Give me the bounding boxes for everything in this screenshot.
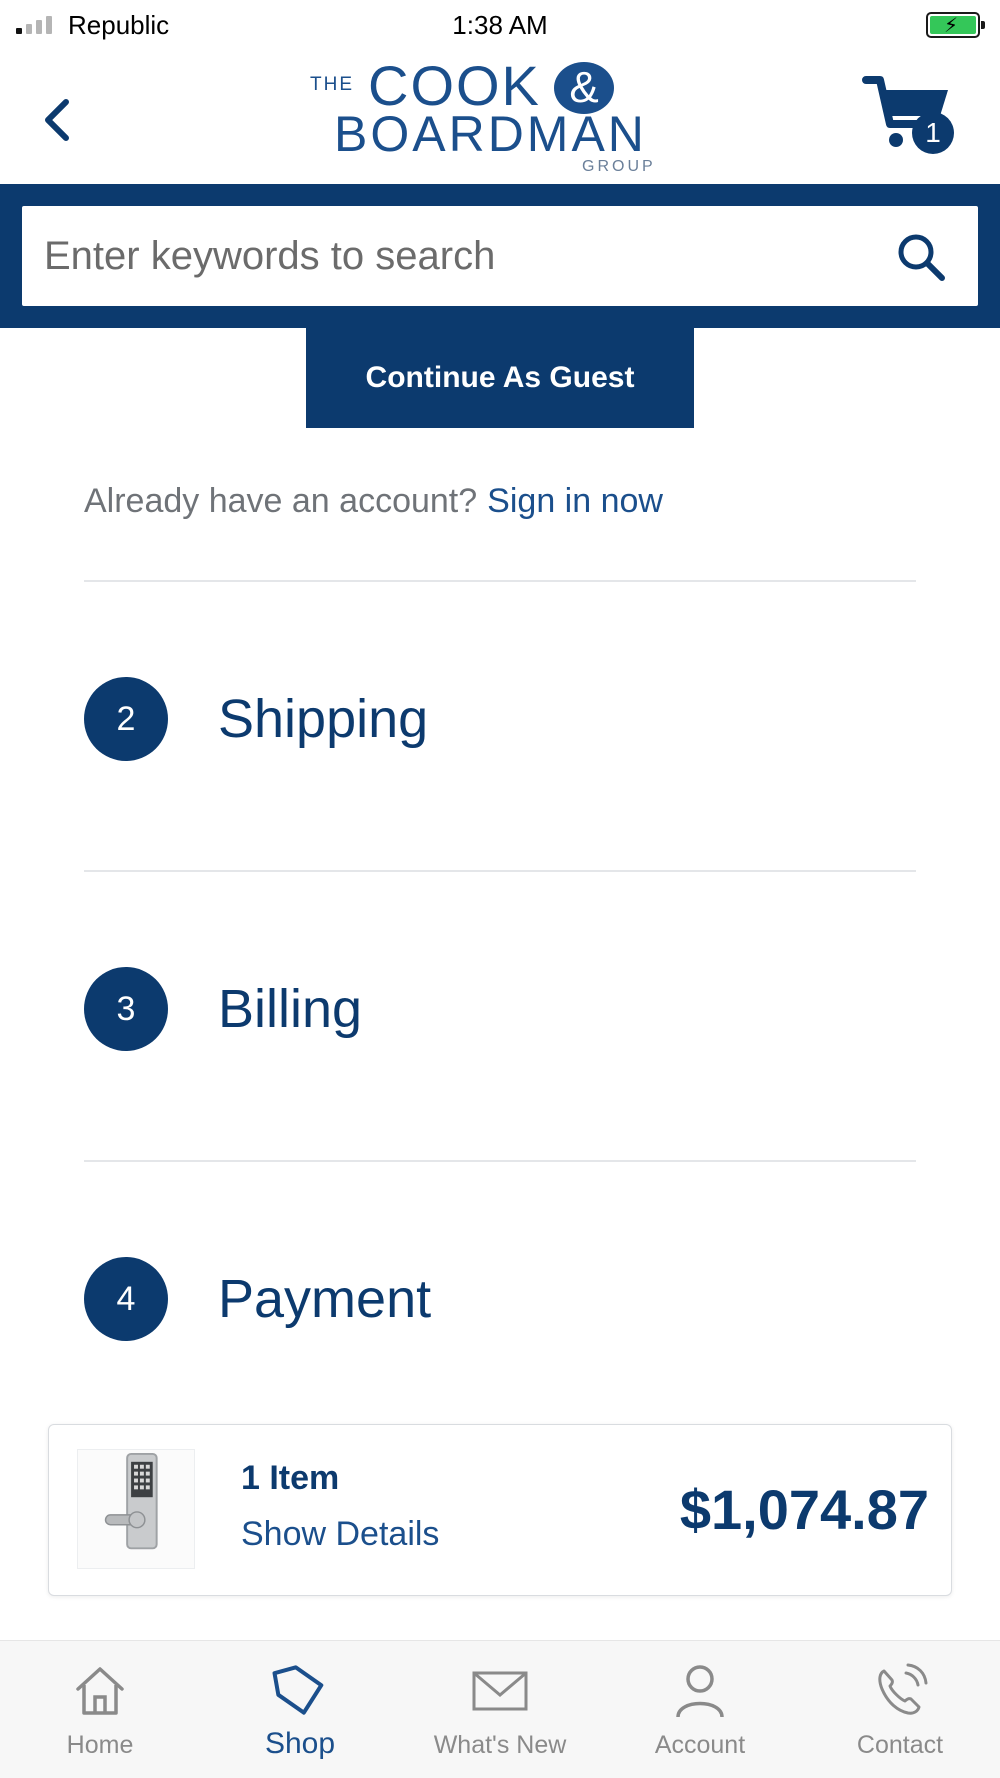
signin-prompt-text: Already have an account?: [84, 482, 478, 520]
step-shipping[interactable]: 2 Shipping: [84, 674, 916, 764]
cook-boardman-logo[interactable]: THE COOK & BOARDMAN GROUP: [310, 54, 690, 182]
status-time: 1:38 AM: [452, 10, 548, 40]
divider: [84, 870, 916, 872]
tab-shop[interactable]: Shop: [200, 1641, 400, 1778]
phone-icon: [878, 1663, 928, 1715]
continue-as-guest-button[interactable]: Continue As Guest: [306, 328, 694, 428]
person-icon: [676, 1665, 724, 1718]
step-label: Payment: [218, 1269, 432, 1329]
search-bar-container: [0, 184, 1000, 328]
show-details-link[interactable]: Show Details: [241, 1515, 439, 1554]
divider: [84, 580, 916, 582]
signin-prompt: Already have an account? Sign in now: [84, 482, 663, 521]
step-number-badge: 4: [84, 1257, 168, 1341]
status-bar: Republic 1:38 AM ⚡: [0, 0, 1000, 52]
step-number-badge: 2: [84, 677, 168, 761]
divider: [84, 1160, 916, 1162]
bottom-tab-bar: Home Shop What's New Account Contact: [0, 1640, 1000, 1778]
step-billing[interactable]: 3 Billing: [84, 964, 916, 1054]
tag-icon: [272, 1665, 324, 1715]
back-chevron-icon[interactable]: [36, 90, 76, 150]
battery-charging-icon: ⚡: [926, 12, 985, 38]
step-label: Shipping: [218, 689, 429, 749]
search-input[interactable]: [44, 206, 884, 306]
item-count: 1 Item: [241, 1459, 340, 1497]
tab-label: Home: [66, 1731, 134, 1759]
tab-home[interactable]: Home: [0, 1641, 200, 1778]
tab-label: Account: [654, 1731, 746, 1759]
tab-label: What's New: [433, 1731, 567, 1759]
tab-label: Shop: [264, 1727, 336, 1760]
step-number-badge: 3: [84, 967, 168, 1051]
app-header: THE COOK & BOARDMAN GROUP 1: [0, 52, 1000, 184]
step-payment[interactable]: 4 Payment: [84, 1254, 916, 1344]
envelope-icon: [472, 1671, 528, 1711]
tab-account[interactable]: Account: [600, 1641, 800, 1778]
order-summary-card[interactable]: 1 Item Show Details $1,074.87: [48, 1424, 952, 1596]
search-icon[interactable]: [894, 230, 950, 286]
tab-contact[interactable]: Contact: [800, 1641, 1000, 1778]
tab-label: Contact: [856, 1731, 944, 1759]
tab-whats-new[interactable]: What's New: [400, 1641, 600, 1778]
search-box: [22, 206, 978, 306]
order-total: $1,074.87: [679, 1478, 929, 1541]
sign-in-link[interactable]: Sign in now: [487, 482, 663, 520]
product-thumbnail-image: [77, 1449, 195, 1569]
cart-count-badge: 1: [912, 112, 954, 154]
home-icon: [76, 1667, 124, 1715]
step-label: Billing: [218, 979, 363, 1039]
